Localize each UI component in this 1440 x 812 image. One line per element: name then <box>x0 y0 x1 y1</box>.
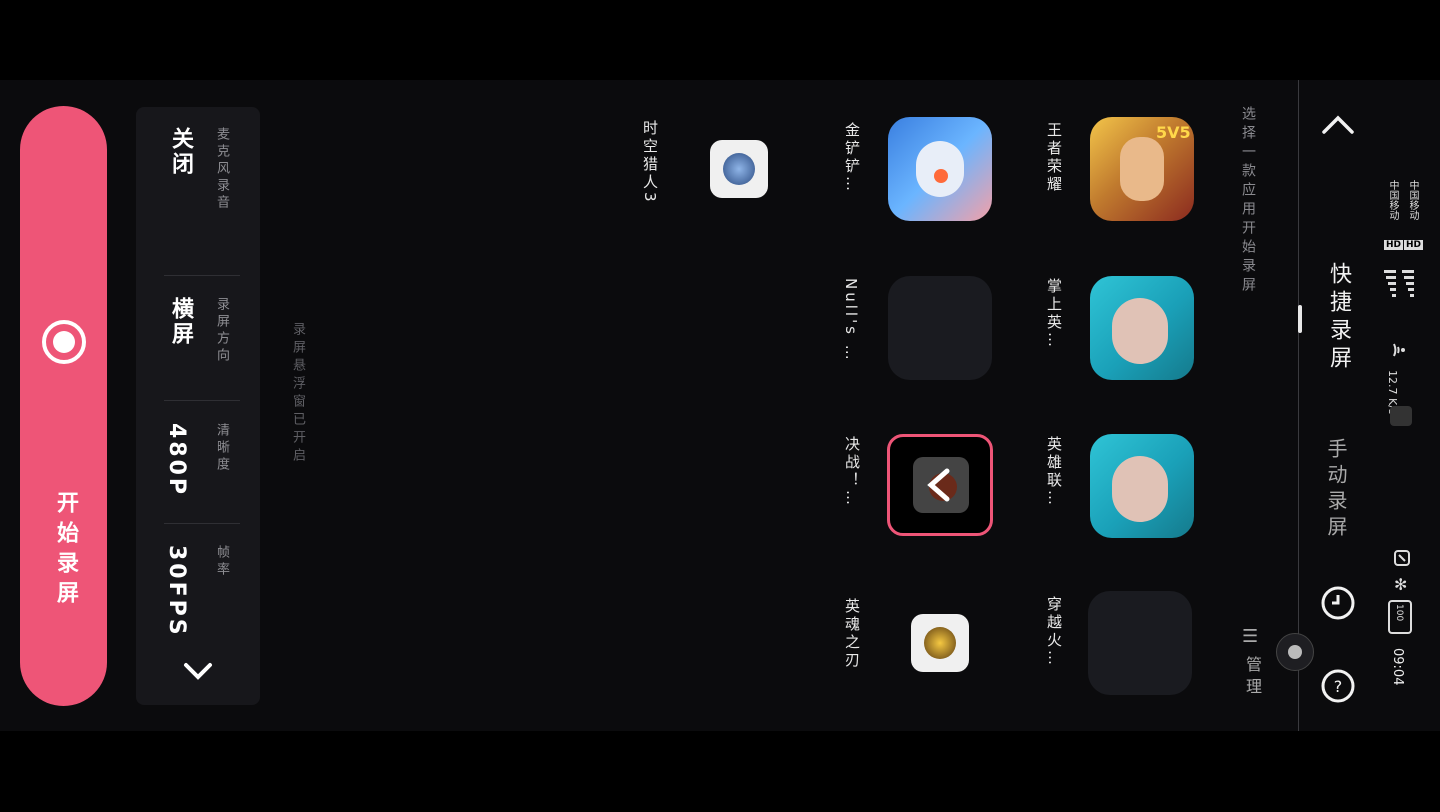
app-icon-cf[interactable] <box>1088 591 1192 695</box>
floating-ball[interactable] <box>1276 633 1314 671</box>
start-record-label: 开始录屏 <box>53 491 78 611</box>
setting-mic[interactable]: 麦克风录音 关闭 <box>136 127 260 257</box>
select-app-hint: 选择一款应用开始录屏 <box>1240 106 1256 296</box>
setting-fps[interactable]: 帧率 30FPS <box>136 545 260 645</box>
setting-clarity-value: 480P <box>164 423 189 498</box>
app-icon-wangzhe[interactable]: 5V5 <box>1090 117 1194 221</box>
start-record-button[interactable]: 开始录屏 <box>20 106 107 706</box>
setting-orientation-value: 横屏 <box>168 297 193 347</box>
setting-fps-value: 30FPS <box>164 545 189 638</box>
app-label: 掌上英… <box>1045 278 1063 350</box>
battery-icon: 100 <box>1388 600 1412 634</box>
tab-quick-record[interactable]: 快捷录屏 <box>1322 262 1354 374</box>
app-label: 英雄联… <box>1045 436 1063 508</box>
app-icon-lol[interactable] <box>1090 434 1194 538</box>
bluetooth-icon: ✻ <box>1394 575 1408 594</box>
app-label: 穿越火… <box>1045 596 1063 668</box>
app-label: Null's … <box>842 278 860 363</box>
app-icon-zhangshang[interactable] <box>1090 276 1194 380</box>
chevron-down-icon[interactable] <box>182 659 214 689</box>
signal-icon-2 <box>1382 270 1398 314</box>
carrier-1: 中国移动 <box>1407 180 1418 220</box>
app-icon-yinghun[interactable] <box>911 614 969 672</box>
float-window-hint: 录屏悬浮窗已开启 <box>290 322 305 466</box>
svg-text:?: ? <box>1334 677 1343 696</box>
manage-button[interactable]: 管理 <box>1240 656 1264 700</box>
setting-orientation[interactable]: 录屏方向 横屏 <box>136 297 260 407</box>
separator <box>164 275 240 276</box>
app-label: 金铲铲… <box>843 122 861 194</box>
setting-orientation-name: 录屏方向 <box>214 297 229 365</box>
record-settings-panel: 麦克风录音 关闭 录屏方向 横屏 清晰度 480P 帧率 30FPS <box>136 107 260 705</box>
clock: 09:04 <box>1390 648 1405 686</box>
record-icon <box>40 318 88 370</box>
setting-clarity-name: 清晰度 <box>214 423 229 474</box>
app-label: 决战！… <box>843 436 861 508</box>
carrier-2: 中国移动 <box>1387 180 1398 220</box>
app-label: 英魂之刃 <box>843 598 861 670</box>
separator <box>164 523 240 524</box>
app-label: 时空猎人3 <box>641 120 659 205</box>
tab-manual-record[interactable]: 手动录屏 <box>1322 438 1351 542</box>
cloud-icon <box>1390 406 1412 426</box>
app-icon-shikong[interactable] <box>710 140 768 198</box>
setting-mic-value: 关闭 <box>168 127 193 177</box>
app-icon-juezhan[interactable] <box>887 434 993 536</box>
app-icon-jinchan[interactable] <box>888 117 992 221</box>
help-icon[interactable]: ? <box>1320 668 1356 708</box>
setting-clarity[interactable]: 清晰度 480P <box>136 423 260 523</box>
nfc-icon <box>1392 548 1412 572</box>
menu-icon[interactable]: ☰ <box>1242 626 1258 647</box>
separator <box>164 400 240 401</box>
app-icon-nulls[interactable] <box>888 276 992 380</box>
back-arrow-icon <box>913 457 969 513</box>
back-chevron-icon[interactable] <box>1320 110 1356 144</box>
signal-icon <box>1400 270 1416 314</box>
clock-icon[interactable] <box>1320 585 1356 625</box>
hd-badge-1: HD <box>1404 240 1424 250</box>
setting-mic-name: 麦克风录音 <box>214 127 229 212</box>
wifi-icon <box>1392 340 1412 364</box>
setting-fps-name: 帧率 <box>214 545 229 579</box>
status-bar: 中国移动 HD 中国移动 HD 12.7 K/s ✻ 100 09:04 <box>1372 100 1432 700</box>
battery-level: 100 <box>1394 604 1404 622</box>
app-label: 王者荣耀 <box>1045 122 1063 194</box>
nav-scroll-indicator[interactable] <box>1298 305 1302 333</box>
hd-badge-2: HD <box>1384 240 1404 250</box>
